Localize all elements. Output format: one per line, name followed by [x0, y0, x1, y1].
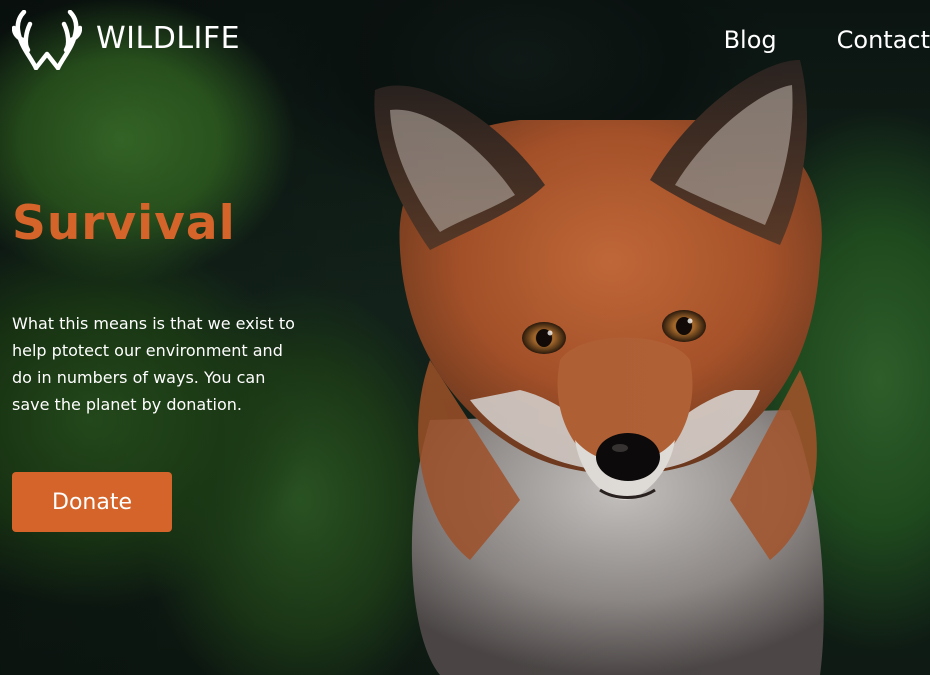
hero-description: What this means is that we exist to help…	[12, 313, 295, 414]
donate-button[interactable]: Donate	[12, 472, 172, 532]
hero-content: Survival What this means is that we exis…	[12, 198, 312, 418]
nav-link-contact[interactable]: Contact	[837, 26, 930, 54]
main-nav: Blog Contact	[664, 26, 930, 54]
brand-logo-link[interactable]: WILDLIFE	[12, 10, 240, 70]
hero-headline: Survival	[12, 196, 236, 251]
site-header: WILDLIFE Blog Contact	[0, 0, 930, 80]
nav-link-blog[interactable]: Blog	[724, 26, 777, 54]
antlers-icon	[12, 10, 82, 70]
brand-name: WILDLIFE	[96, 21, 241, 56]
hero-section: WILDLIFE Blog Contact Survival What this…	[0, 0, 930, 675]
